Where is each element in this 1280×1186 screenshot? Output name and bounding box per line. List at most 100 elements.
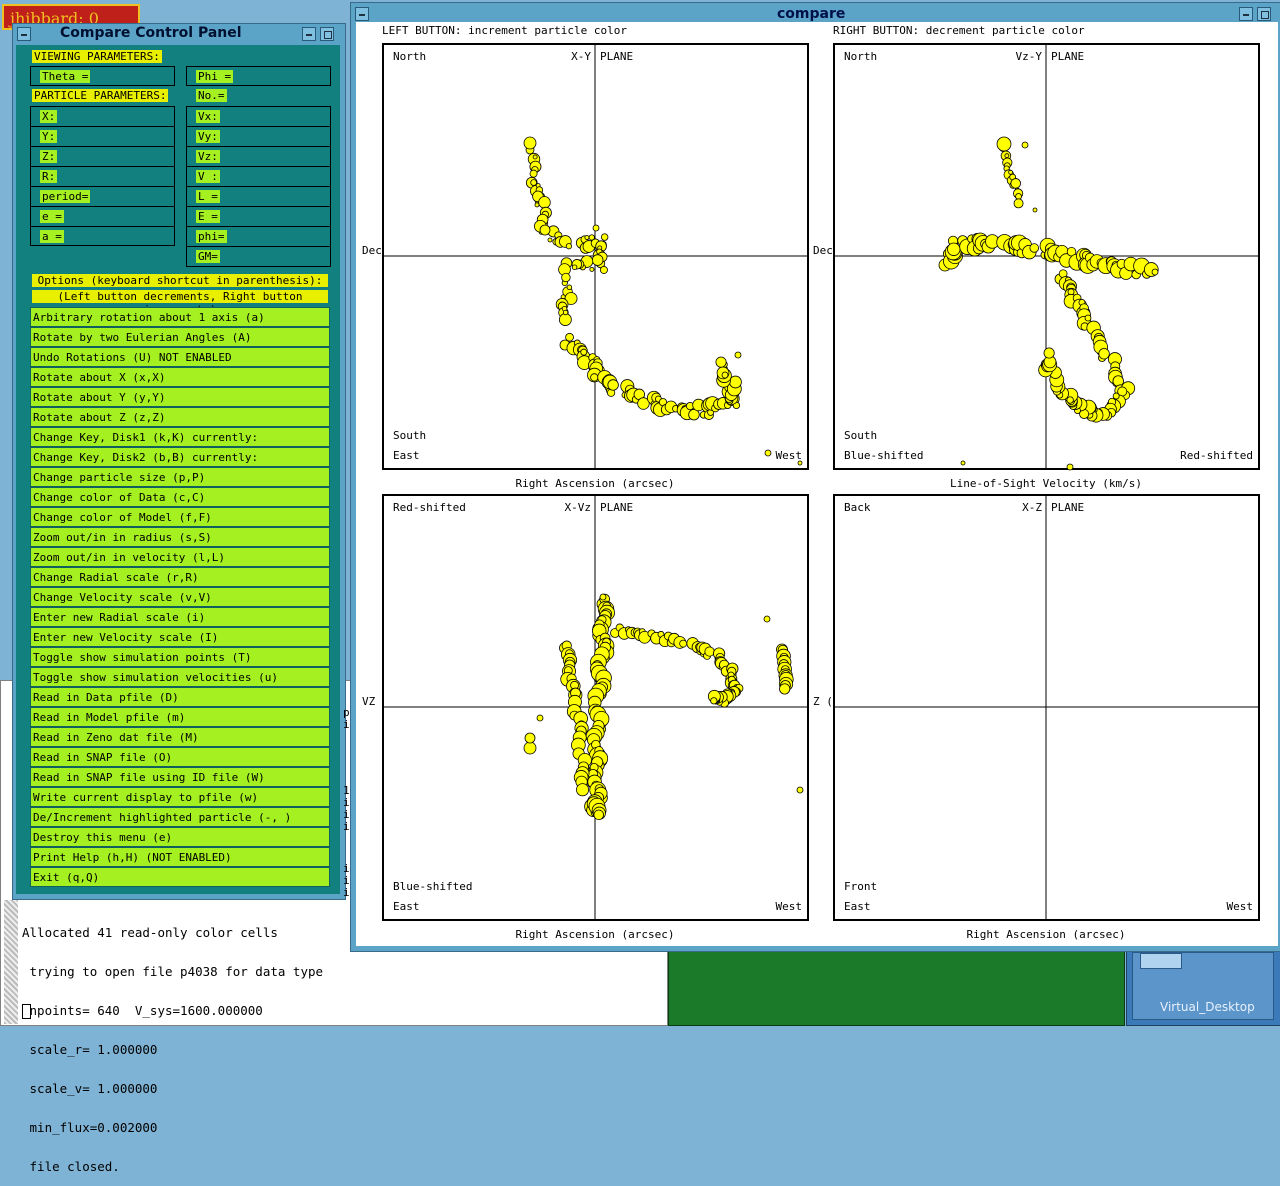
plot-plane-label: PLANE [1051,501,1084,514]
plot-name-label: X-Vz [565,501,592,514]
option-button[interactable]: Change Radial scale (r,R) [30,567,330,587]
particle-point [715,356,727,368]
param-label: phi= [196,230,227,243]
param-label: Vx: [196,110,220,123]
plot-name-label: Vz-Y [1016,50,1043,63]
particle-point [704,646,715,657]
particle-point [536,714,544,722]
plot-axis-title: Right Ascension (arcsec) [516,928,675,941]
particle-point [721,371,729,379]
particle-point [589,266,595,272]
particle-point [571,264,578,270]
option-button[interactable]: Change Velocity scale (v,V) [30,587,330,607]
option-button[interactable]: Change color of Model (f,F) [30,507,330,527]
param-label: e = [40,210,64,223]
option-button[interactable]: Zoom out/in in velocity (l,L) [30,547,330,567]
param-label: V : [196,170,220,183]
option-button[interactable]: Zoom out/in in radius (s,S) [30,527,330,547]
option-button[interactable]: Read in Model pfile (m) [30,707,330,727]
plot-bottom-left-label: Front [844,880,877,893]
plot-bottom-left-label: East [393,900,420,913]
terminal-line: min_flux=0.002000 [22,1120,158,1135]
option-button[interactable]: Read in SNAP file using ID file (W) [30,767,330,787]
param-label: a = [40,230,64,243]
particle-point [523,136,537,150]
plot-bottom-left-label: South [393,429,426,442]
plot-bottom-right-label: West [776,900,803,913]
option-button[interactable]: Toggle show simulation velocities (u) [30,667,330,687]
option-button[interactable]: Toggle show simulation points (T) [30,647,330,667]
particle-point [565,332,574,342]
option-button[interactable]: Undo Rotations (U) NOT ENABLED [30,347,330,367]
option-button[interactable]: Enter new Velocity scale (I) [30,627,330,647]
plot-bottom-left-label: Blue-shifted [393,880,472,893]
param-label: Vy: [196,130,220,143]
particle-point [576,783,590,797]
particle-point [996,136,1012,152]
option-button[interactable]: Rotate about Y (y,Y) [30,387,330,407]
option-button[interactable]: Exit (q,Q) [30,867,330,887]
particle-point [734,351,742,359]
option-button[interactable]: Read in SNAP file (O) [30,747,330,767]
option-button[interactable]: Change particle size (p,P) [30,467,330,487]
terminal-line: file closed. [22,1159,120,1174]
plot-top-left-label: North [393,50,426,63]
option-button[interactable]: De/Increment highlighted particle (-, ) [30,807,330,827]
particle-point [1112,392,1120,400]
param-label: X: [40,110,58,123]
plot-bottom-left-label: East [844,900,871,913]
particle-point [558,313,572,326]
plot-bottom-left-label: East [393,449,420,462]
plot-bottom-right-label: West [1227,900,1254,913]
param-label: R: [40,170,58,183]
particle-point [779,683,791,695]
particle-point [523,741,537,755]
plot-name-label: X-Z [1022,501,1042,514]
param-label: GM= [196,250,220,263]
option-button[interactable]: Rotate about Z (z,Z) [30,407,330,427]
particle-point [710,697,718,705]
particle-point [562,309,569,316]
option-button[interactable]: Change color of Data (c,C) [30,487,330,507]
option-button[interactable]: Rotate by two Eulerian Angles (A) [30,327,330,347]
plot-plane-label: PLANE [600,50,633,63]
plot-side-label: Z ( [813,695,833,708]
particle-point [1066,396,1074,404]
plot-bottom-left-label: South [844,429,877,442]
particle-point [561,272,571,283]
plot-bottom-right-label: West [776,449,803,462]
option-button[interactable]: Write current display to pfile (w) [30,787,330,807]
option-button[interactable]: Destroy this menu (e) [30,827,330,847]
plot-top-left-label: North [844,50,877,63]
option-button[interactable]: Rotate about X (x,X) [30,367,330,387]
particle-point [1029,243,1039,253]
plot-top-left-label: Back [844,501,871,514]
particle-point [1098,348,1110,360]
particle-point [1151,268,1159,276]
option-button[interactable]: Change Key, Disk1 (k,K) currently: [30,427,330,447]
option-button[interactable]: Read in Zeno dat file (M) [30,727,330,747]
option-button[interactable]: Enter new Radial scale (i) [30,607,330,627]
option-button[interactable]: Print Help (h,H) (NOT ENABLED) [30,847,330,867]
option-button[interactable]: Read in Data pfile (D) [30,687,330,707]
plot-plane-label: PLANE [600,501,633,514]
particle-point [599,265,608,274]
particle-point [529,169,538,178]
particle-point [797,460,803,466]
particle-point [592,224,600,232]
particle-point [538,196,551,209]
particle-point [566,284,573,291]
plot-top-left-label: Red-shifted [393,501,466,514]
plot-axis-title: Line-of-Sight Velocity (km/s) [950,477,1142,490]
particle-point [1013,198,1024,209]
plot-bottom-left-label: Blue-shifted [844,449,923,462]
plot-plane-label: PLANE [1051,50,1084,63]
particle-point [532,154,538,160]
particle-point [1066,463,1074,471]
particle-point [1084,314,1092,322]
particle-point [590,373,599,382]
option-button[interactable]: Arbitrary rotation about 1 axis (a) [30,307,330,327]
particle-point [591,254,604,266]
param-label: Z: [40,150,58,163]
option-button[interactable]: Change Key, Disk2 (b,B) currently: [30,447,330,467]
